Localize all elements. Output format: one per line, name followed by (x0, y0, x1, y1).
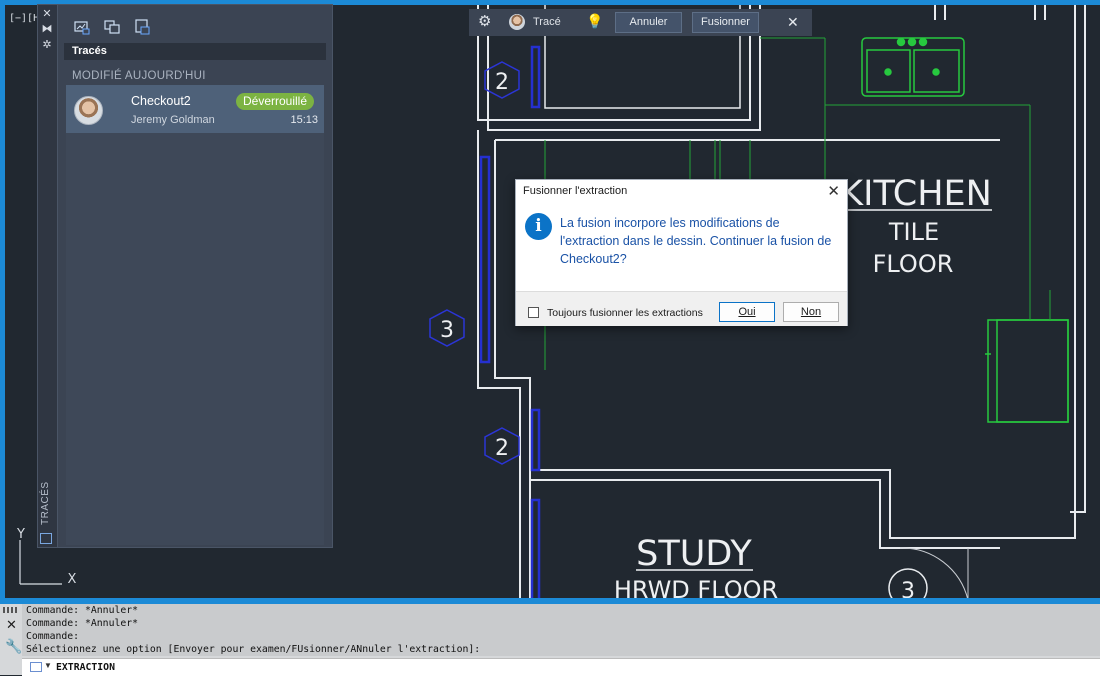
trace-author: Jeremy Goldman (131, 114, 215, 126)
info-icon: i (525, 213, 552, 240)
new-trace-icon[interactable] (74, 19, 90, 35)
traces-list (66, 133, 324, 545)
palette-vertical-title: TRACÉS (40, 481, 51, 525)
properties-gear-icon[interactable]: ✲ (40, 38, 54, 52)
kitchen-label: KITCHEN (840, 174, 992, 214)
traces-section-header: Tracés (64, 43, 326, 60)
merge-extraction-dialog: Fusionner l'extraction ✕ i La fusion inc… (515, 179, 848, 326)
traces-palette: ✕ ⧓ ✲ TRACÉS Tracés MODIFIÉ AUJOURD'HUI … (37, 4, 333, 548)
floor-label: FLOOR (873, 250, 954, 278)
dialog-title: Fusionner l'extraction (523, 185, 628, 197)
chevron-down-icon[interactable]: ▼ (44, 661, 52, 670)
command-history-line: Commande: *Annuler* (26, 618, 139, 629)
traces-tab-icon[interactable] (40, 533, 52, 544)
trace-item-checkout2[interactable]: Checkout2 Déverrouillé Jeremy Goldman 15… (66, 85, 324, 133)
command-prompt-icon[interactable] (30, 662, 42, 672)
avatar (509, 14, 525, 30)
modified-today-group-label: MODIFIÉ AUJOURD'HUI (72, 70, 206, 82)
grip-handle[interactable] (3, 607, 19, 613)
close-icon[interactable]: ✕ (827, 182, 840, 200)
always-merge-label[interactable]: Toujours fusionner les extractions (547, 307, 703, 319)
lightbulb-icon[interactable]: 💡 (586, 13, 603, 30)
palette-body: Tracés MODIFIÉ AUJOURD'HUI Checkout2 Dév… (60, 5, 332, 547)
always-merge-checkbox[interactable] (528, 307, 539, 318)
trace-name: Checkout2 (131, 94, 191, 108)
viewport-controls[interactable]: [−][H (9, 13, 39, 24)
autohide-icon[interactable]: ⧓ (40, 22, 54, 36)
tag-3-left: 3 (440, 318, 454, 343)
trace-toolbar: ⚙ Tracé 💡 Annuler Fusionner ✕ (469, 9, 812, 36)
trace-compare-icon[interactable] (134, 19, 150, 35)
dialog-message: La fusion incorpore les modifications de… (560, 216, 832, 266)
command-input[interactable]: EXTRACTION (56, 662, 115, 673)
palette-title-strip[interactable]: ✕ ⧓ ✲ TRACÉS (38, 5, 58, 547)
tag-2-top: 2 (495, 70, 509, 95)
study-label: STUDY (636, 534, 752, 574)
yes-button[interactable]: Oui (719, 302, 775, 322)
ucs-y-label: Y (16, 527, 25, 542)
avatar (74, 96, 103, 125)
close-icon[interactable]: ✕ (787, 14, 799, 30)
dialog-footer: Toujours fusionner les extractions Oui N… (516, 291, 847, 326)
cancel-button[interactable]: Annuler (615, 12, 682, 33)
command-history-line: Commande: (26, 631, 80, 642)
command-input-row[interactable]: ▼ EXTRACTION (22, 658, 1100, 676)
trace-settings-icon[interactable] (104, 19, 120, 35)
wrench-icon[interactable]: 🔧 (5, 638, 22, 655)
command-history-line: Commande: *Annuler* (26, 605, 139, 616)
merge-button[interactable]: Fusionner (692, 12, 759, 33)
viewport-border-left (0, 0, 5, 605)
ucs-x-label: X (68, 572, 77, 587)
close-icon[interactable]: ✕ (40, 7, 54, 21)
gear-icon[interactable]: ⚙ (478, 14, 494, 30)
tile-label: TILE (888, 218, 939, 246)
status-badge: Déverrouillé (236, 93, 315, 110)
close-icon[interactable]: ✕ (6, 617, 17, 633)
tag-2-bottom: 2 (495, 436, 509, 461)
command-history-line: Sélectionnez une option [Envoyer pour ex… (26, 644, 481, 655)
trace-toolbar-label: Tracé (533, 16, 561, 28)
command-line-window: ✕ 🔧 Commande: *Annuler* Commande: *Annul… (0, 604, 1100, 676)
command-history: Commande: *Annuler* Commande: *Annuler* … (22, 604, 1100, 656)
trace-time: 15:13 (290, 114, 318, 126)
no-button[interactable]: Non (783, 302, 839, 322)
